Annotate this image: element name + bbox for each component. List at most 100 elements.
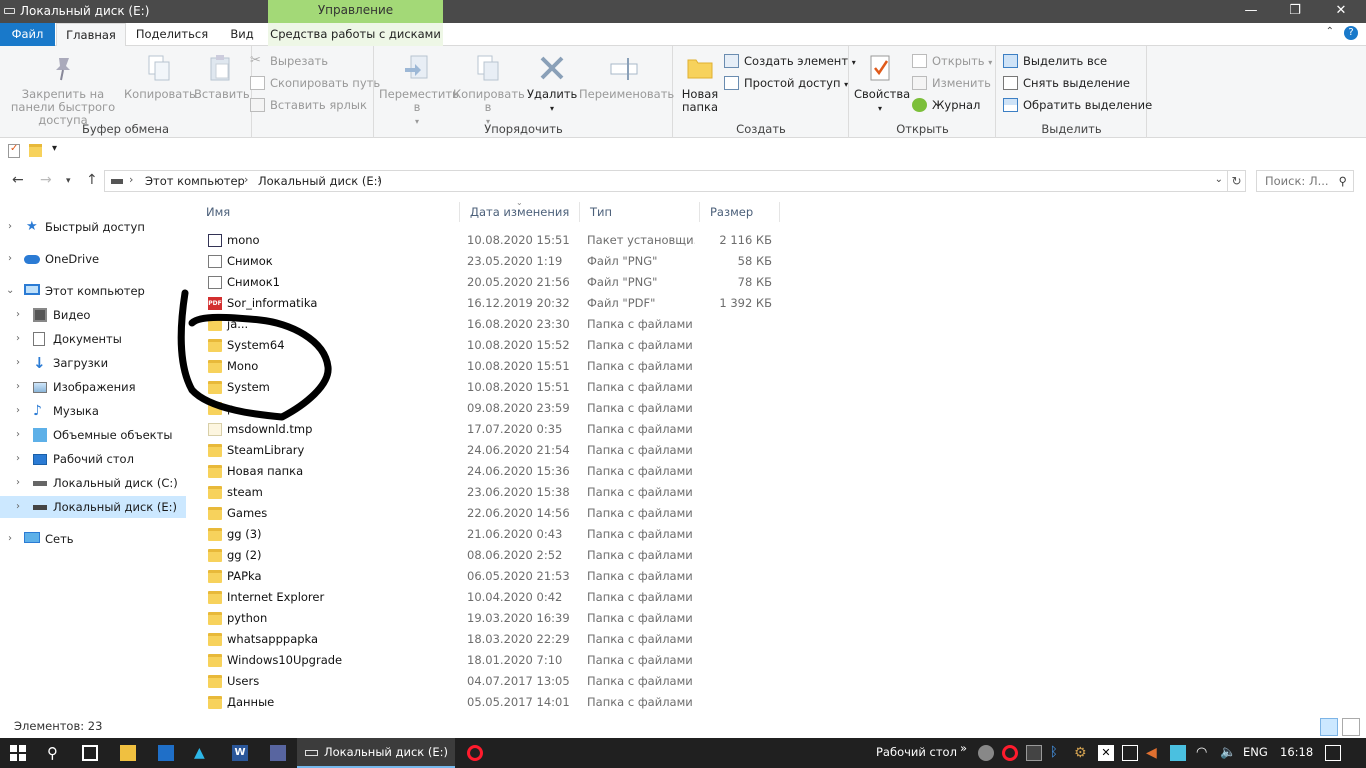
chevron-right-icon[interactable]: › [16,400,20,422]
tab-home[interactable]: Главная [56,23,126,47]
table-row[interactable]: python 19.03.2020 16:39 Папка с файлами [204,608,784,629]
breadcrumb-separator-icon[interactable]: › [129,173,133,186]
table-row[interactable]: Internet Explorer 10.04.2020 0:42 Папка с … [204,587,784,608]
delete-button[interactable]: Удалить ▾ [527,52,577,115]
chevron-right-icon[interactable]: › [16,496,20,518]
table-row[interactable]: gg (2) 08.06.2020 2:52 Папка с файлами [204,545,784,566]
refresh-button[interactable]: ↻ [1228,170,1246,192]
nav-this-pc[interactable]: ⌄ Этот компьютер [0,280,186,302]
address-bar[interactable]: › Этот компьютер › Локальный диск (E:) ›… [104,170,1228,192]
table-row[interactable]: mono 10.08.2020 15:51 Пакет установщи... 2 … [204,230,784,251]
table-row[interactable]: gg (3) 21.06.2020 0:43 Папка с файлами [204,524,784,545]
history-button[interactable]: Журнал [912,95,980,115]
chevron-right-icon[interactable]: › [16,304,20,326]
table-row[interactable]: steam 23.06.2020 15:38 Папка с файлами [204,482,784,503]
clipboard-tray-icon[interactable] [1122,745,1138,761]
audio-tray-icon[interactable]: ◀ [1146,745,1162,761]
breadcrumb-this-pc[interactable]: Этот компьютер [145,174,245,188]
search-input[interactable]: Поиск: Л... ⚲ [1256,170,1354,192]
select-none-button[interactable]: Снять выделение [1003,73,1130,93]
chevron-right-icon[interactable]: › [16,448,20,470]
nav-video[interactable]: › Видео [0,304,186,326]
task-view-icon[interactable] [82,745,98,761]
copy-path-button[interactable]: Скопировать путь [250,73,380,93]
desktop-toolbar-label[interactable]: Рабочий стол [876,745,957,759]
open-button[interactable]: Открыть ▾ [912,51,992,71]
nav-drive-e[interactable]: › Локальный диск (E:) [0,496,186,518]
minimize-button[interactable]: — [1228,0,1274,23]
nav-3d-objects[interactable]: › Объемные объекты [0,424,186,446]
notifications-icon[interactable] [1325,745,1341,761]
opera-icon[interactable] [467,745,483,761]
invert-selection-button[interactable]: Обратить выделение [1003,95,1152,115]
chevron-down-icon[interactable]: ⌄ [6,280,14,302]
opera-tray-icon[interactable] [1002,745,1018,761]
tab-drive-tools[interactable]: Средства работы с дисками [268,23,443,46]
qat-customize-icon[interactable]: ▾ [52,143,57,154]
cut-button[interactable]: ✂ Вырезать [250,51,328,71]
app-tray-icon[interactable] [1026,745,1042,761]
clock[interactable]: 16:18 [1280,745,1313,759]
title-bar[interactable]: Локальный диск (E:) Управление — ❐ ✕ [0,0,1366,23]
column-header-size[interactable]: Размер [700,202,780,222]
breadcrumb-separator-icon[interactable]: › [244,173,248,186]
paste-button[interactable]: Вставить [194,52,250,101]
discord-icon[interactable] [270,745,286,761]
network-tray-icon[interactable] [1170,745,1186,761]
tab-view[interactable]: Вид [218,23,266,46]
xbox-icon[interactable]: ✕ [1098,745,1114,761]
chevron-right-icon[interactable]: › [16,352,20,374]
wifi-icon[interactable]: ◠ [1196,745,1212,761]
pin-quick-access-button[interactable]: Закрепить на панели быстрого доступа [4,52,122,127]
back-arrow-icon[interactable]: ← [12,172,24,188]
mail-icon[interactable] [158,745,174,761]
properties-qat-icon[interactable]: ✓ [8,143,20,158]
taskbar-explorer-button[interactable]: Локальный диск (E:) [297,738,455,768]
chevron-right-icon[interactable]: › [8,248,12,270]
chevron-right-icon[interactable]: › [8,528,12,550]
maximize-button[interactable]: ❐ [1272,0,1318,23]
breadcrumb-drive-e[interactable]: Локальный диск (E:) [258,174,382,188]
select-all-button[interactable]: Выделить все [1003,51,1107,71]
edit-button[interactable]: Изменить [912,73,991,93]
chevron-right-icon[interactable]: › [8,216,12,238]
help-icon[interactable]: ? [1344,26,1358,40]
nav-onedrive[interactable]: › OneDrive [0,248,186,270]
column-header-type[interactable]: Тип [580,202,700,222]
chevron-double-icon[interactable]: » [960,741,967,755]
recent-locations-icon[interactable]: ▾ [66,176,71,186]
tab-file[interactable]: Файл [0,23,55,46]
new-folder-qat-icon[interactable] [29,144,42,157]
chevron-right-icon[interactable]: › [16,424,20,446]
tab-share[interactable]: Поделиться [128,23,216,46]
azure-icon[interactable]: ▲ [194,745,210,761]
table-row[interactable]: Данные 05.05.2017 14:01 Папка с файлами [204,692,784,713]
properties-button[interactable]: Свойства ▾ [854,52,910,115]
nav-desktop[interactable]: › Рабочий стол [0,448,186,470]
large-icons-view-icon[interactable] [1342,718,1360,736]
chevron-right-icon[interactable]: › [16,472,20,494]
nav-drive-c[interactable]: › Локальный диск (C:) [0,472,186,494]
chevron-right-icon[interactable]: › [16,328,20,350]
nav-network[interactable]: › Сеть [0,528,186,550]
table-row[interactable]: whatsapppapka 18.03.2020 22:29 Папка с фай… [204,629,784,650]
gear-icon[interactable]: ⚙ [1074,745,1090,761]
table-row[interactable]: PAPka 06.05.2020 21:53 Папка с файлами [204,566,784,587]
close-button[interactable]: ✕ [1318,0,1364,23]
table-row[interactable]: SteamLibrary 24.06.2020 21:54 Папка с файл… [204,440,784,461]
windows-start-icon[interactable] [10,745,26,761]
column-header-name[interactable]: Имя [196,202,460,222]
paste-shortcut-button[interactable]: Вставить ярлык [250,95,367,115]
nav-quick-access[interactable]: › ★ Быстрый доступ [0,216,186,238]
word-icon[interactable]: W [232,745,248,761]
details-view-icon[interactable] [1320,718,1338,736]
nav-downloads[interactable]: › ↓ Загрузки [0,352,186,374]
move-to-button[interactable]: Переместить в ▾ [379,52,459,128]
easy-access-button[interactable]: Простой доступ ▾ [724,73,848,93]
copy-to-button[interactable]: Копировать в ▾ [453,52,525,128]
table-row[interactable]: Снимок 23.05.2020 1:19 Файл "PNG" 58 КБ [204,251,784,272]
chevron-right-icon[interactable]: › [16,376,20,398]
table-row[interactable]: Новая папка 24.06.2020 15:36 Папка с файла… [204,461,784,482]
bluetooth-icon[interactable]: ᛒ [1050,745,1066,761]
copy-button[interactable]: Копировать [124,52,196,101]
